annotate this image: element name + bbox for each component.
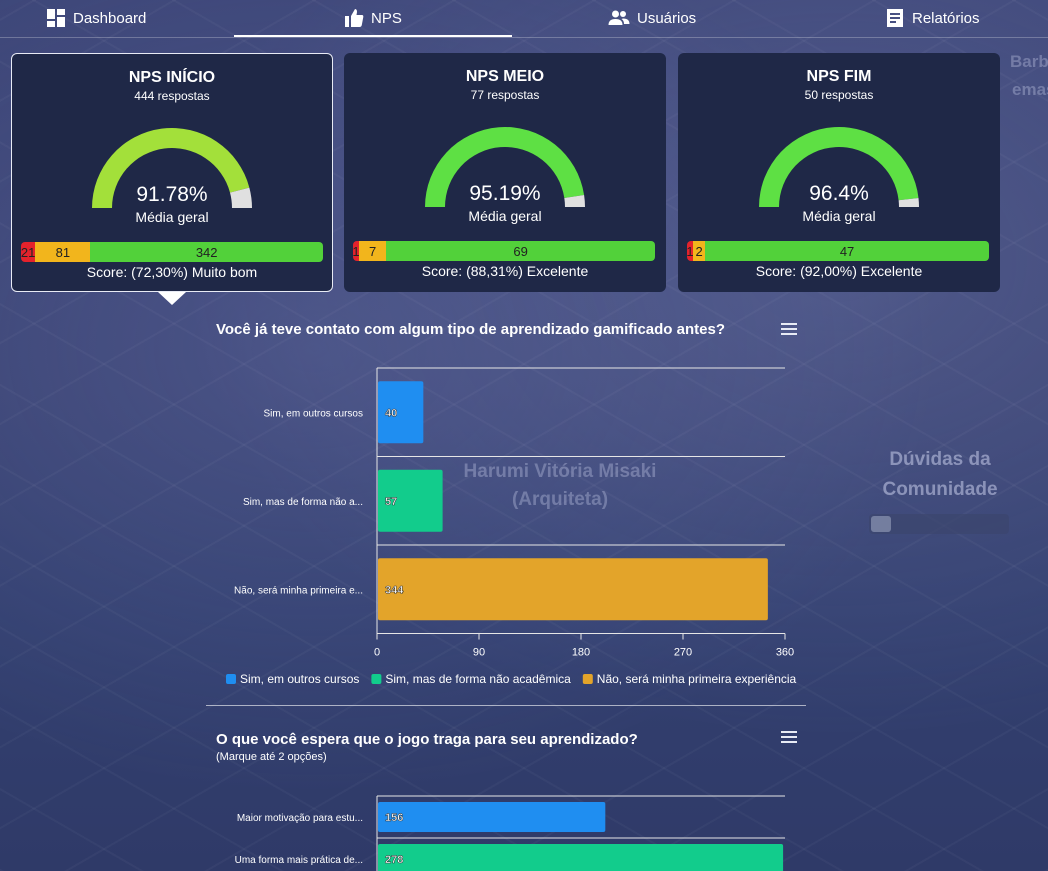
passives-segment: 81	[35, 242, 91, 262]
chart-2: Maior motivação para estu... 156 Uma forma…	[235, 795, 785, 871]
background-partial-text-2: emas	[1012, 80, 1048, 99]
legend-swatch	[226, 674, 236, 684]
nps-distribution-bar: 1 2 47	[687, 241, 989, 261]
x-tick-label: 0	[374, 647, 380, 659]
card-score: Score: (88,31%) Excelente	[421, 263, 589, 279]
dashboard-icon	[47, 9, 65, 27]
detractors-segment: 21	[21, 242, 35, 262]
chart-2-subtitle: (Marque até 2 opções)	[216, 751, 327, 763]
nav-users[interactable]: Usuários	[608, 0, 696, 36]
report-icon	[887, 9, 903, 27]
nps-distribution-bar: 21 81 342	[21, 242, 323, 262]
nav-dashboard-label: Dashboard	[73, 9, 147, 27]
nps-card-fim[interactable]: NPS FIM 50 respostas 96.4% Média geral 1…	[678, 53, 1000, 292]
card-responses: 444 respostas	[134, 89, 210, 103]
chart-1-title: Você já teve contato com algum tipo de a…	[216, 321, 725, 338]
legend-swatch	[371, 674, 382, 684]
thumbs-up-icon	[345, 9, 364, 27]
data-label: 278	[385, 854, 403, 866]
nav-dashboard[interactable]: Dashboard	[46, 0, 146, 36]
x-tick-label: 90	[473, 647, 485, 659]
card-score: Score: (72,30%) Muito bom	[86, 264, 258, 280]
nav-nps-label: NPS	[371, 9, 402, 27]
section-divider	[206, 705, 806, 706]
card-responses: 50 respostas	[804, 88, 874, 102]
chart-2-menu-icon[interactable]	[781, 731, 797, 745]
nps-card-inicio[interactable]: NPS INÍCIO 444 respostas 91.78% Média ge…	[11, 53, 333, 292]
passives-segment: 2	[693, 241, 706, 261]
data-label: 40	[385, 407, 397, 419]
x-tick-label: 180	[572, 647, 590, 659]
legend-item[interactable]: Sim, mas de forma não acadêmica	[371, 672, 571, 686]
category-label: Não, será minha primeira e...	[234, 585, 363, 596]
nav-reports[interactable]: Relatórios	[885, 0, 980, 36]
chart-2-title: O que você espera que o jogo traga para …	[216, 731, 638, 748]
x-tick-label: 360	[776, 647, 794, 659]
card-score: Score: (92,00%) Excelente	[755, 263, 923, 279]
background-avatar-name: Harumi Vitória Misaki (Arquiteta)	[440, 458, 680, 514]
gauge-label: Média geral	[468, 208, 542, 224]
card-title: NPS INÍCIO	[128, 69, 216, 86]
legend-swatch	[582, 674, 593, 684]
gauge-value: 96.4%	[809, 182, 869, 205]
top-navigation: Dashboard NPS Usuários Relatórios	[0, 0, 1048, 38]
chart-1: Sim, em outros cursos 40 Sim, mas de forma…	[226, 367, 797, 686]
gauge-label: Média geral	[802, 208, 876, 224]
community-label[interactable]: Dúvidas da Comunidade	[860, 445, 1020, 505]
promoters-segment: 47	[705, 241, 989, 261]
gauge-value: 95.19%	[469, 182, 541, 205]
nav-nps[interactable]: NPS	[344, 0, 402, 36]
background-partial-text: Barbo	[1010, 52, 1048, 71]
users-icon	[608, 10, 630, 25]
x-tick-label: 270	[674, 647, 692, 659]
card-title: NPS MEIO	[465, 68, 545, 85]
community-progress	[869, 514, 1009, 534]
legend-label: Sim, mas de forma não acadêmica	[385, 672, 571, 686]
data-label: 344	[385, 584, 404, 596]
card-responses: 77 respostas	[470, 88, 540, 102]
nps-distribution-bar: 1 7 69	[353, 241, 655, 261]
legend-label: Sim, em outros cursos	[240, 672, 359, 686]
bar	[378, 802, 606, 832]
bar	[378, 558, 768, 621]
avatar-role: (Arquiteta)	[511, 489, 609, 510]
nav-active-indicator	[234, 35, 512, 37]
card-title: NPS FIM	[806, 68, 872, 85]
bar	[378, 381, 424, 444]
category-label: Maior motivação para estu...	[237, 813, 363, 824]
gauge-label: Média geral	[135, 209, 209, 225]
category-label: Sim, mas de forma não a...	[243, 497, 363, 508]
avatar-name: Harumi Vitória Misaki	[463, 461, 657, 482]
data-label: 57	[385, 496, 397, 508]
bar	[378, 469, 443, 532]
data-label: 156	[385, 812, 403, 824]
gauge-value: 91.78%	[136, 183, 208, 206]
category-label: Sim, em outros cursos	[264, 408, 363, 419]
selected-card-pointer	[158, 292, 186, 305]
promoters-segment: 342	[90, 242, 323, 262]
nps-card-meio[interactable]: NPS MEIO 77 respostas 95.19% Média geral…	[344, 53, 666, 292]
category-label: Uma forma mais prática de...	[235, 855, 363, 866]
nav-users-label: Usuários	[637, 9, 697, 27]
passives-segment: 7	[359, 241, 387, 261]
bar	[378, 844, 784, 871]
legend-item[interactable]: Não, será minha primeira experiência	[582, 672, 797, 686]
nav-reports-label: Relatórios	[912, 9, 980, 27]
legend-item[interactable]: Sim, em outros cursos	[226, 672, 359, 686]
legend-label: Não, será minha primeira experiência	[597, 672, 797, 686]
promoters-segment: 69	[386, 241, 655, 261]
chart-1-menu-icon[interactable]	[781, 323, 797, 337]
